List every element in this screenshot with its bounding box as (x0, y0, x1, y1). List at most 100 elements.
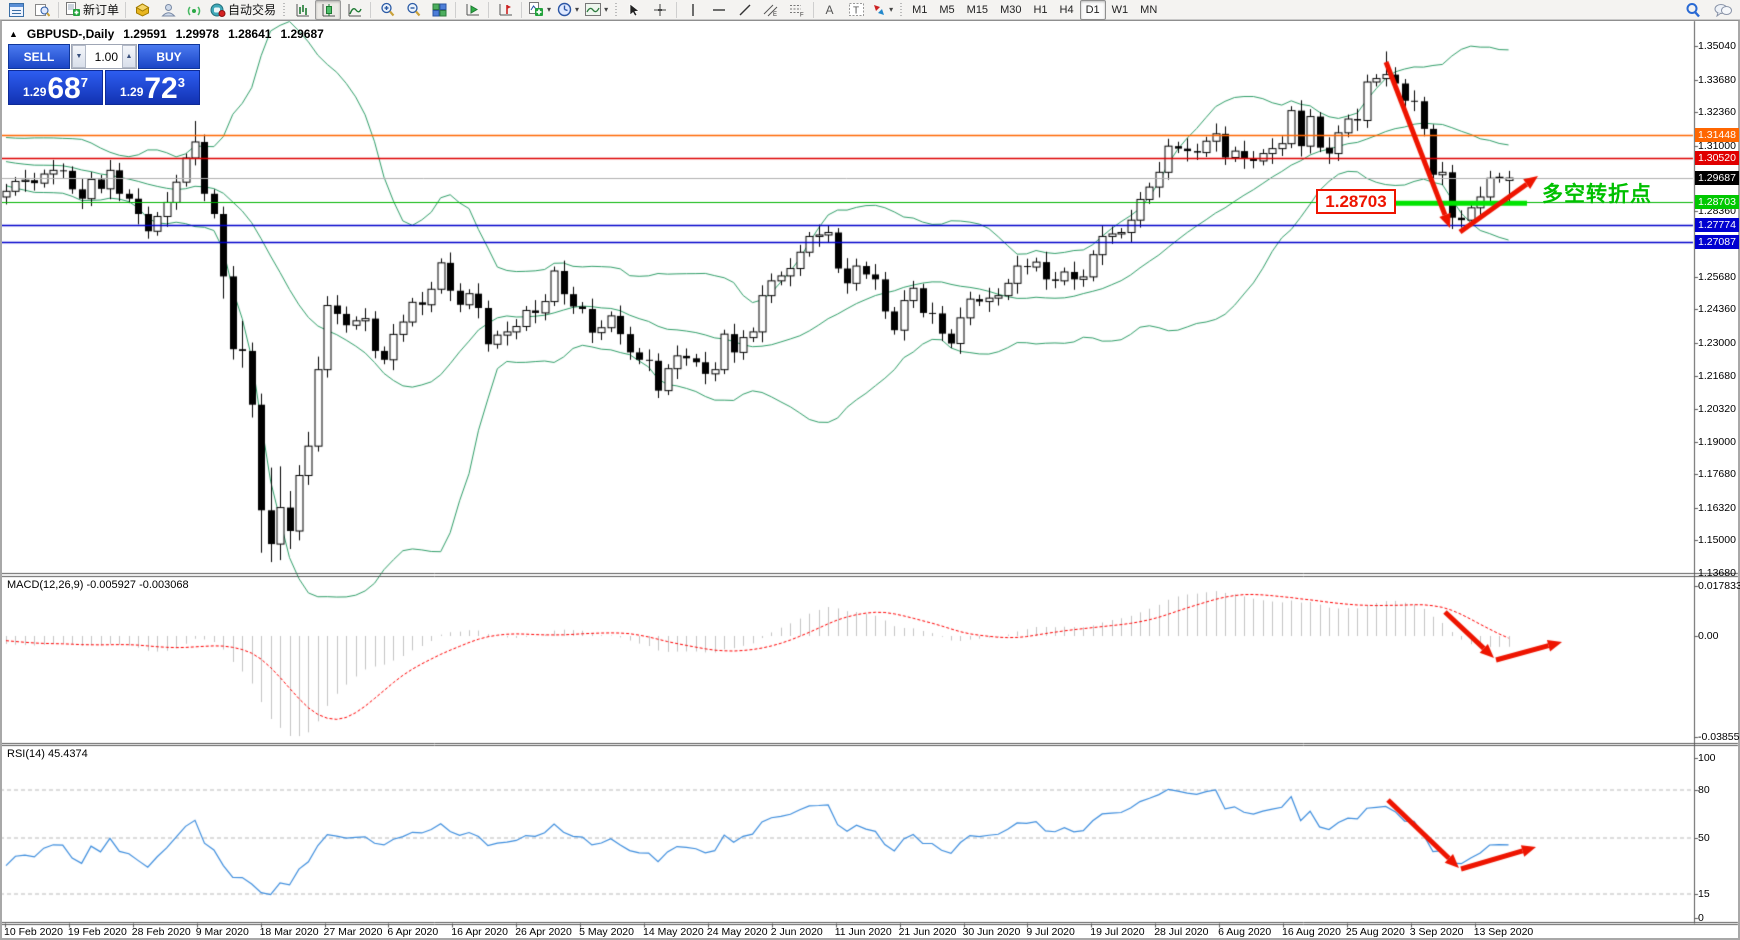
indicators-button[interactable]: ▾ (525, 0, 554, 20)
history-center-button[interactable] (129, 0, 155, 20)
new-order-button[interactable]: 新订单 (62, 0, 122, 20)
sell-button[interactable]: SELL (8, 44, 70, 69)
chart-header: ▲ GBPUSD-,Daily 1.29591 1.29978 1.28641 … (9, 27, 324, 41)
horizontal-line-button[interactable] (706, 0, 732, 20)
bar-chart-button[interactable] (289, 0, 315, 20)
periods-icon (557, 2, 572, 17)
timeframe-h4-button[interactable]: H4 (1054, 0, 1080, 20)
timeframe-mn-button[interactable]: MN (1134, 0, 1163, 20)
date-axis-label: 6 Apr 2020 (387, 926, 438, 938)
volume-decrease-button[interactable]: ▼ (72, 45, 86, 68)
vertical-line-icon (688, 3, 698, 17)
indicators-dropdown-caret-icon[interactable]: ▾ (547, 5, 551, 14)
level-price-box-annotation[interactable]: 1.28703 (1316, 189, 1396, 214)
date-axis-label: 25 Aug 2020 (1346, 926, 1405, 938)
search-button[interactable] (1680, 0, 1706, 20)
channel-button[interactable]: E (758, 0, 784, 20)
zoom-out-button[interactable] (400, 0, 426, 20)
date-axis-label: 2 Jun 2020 (771, 926, 823, 938)
sell-price-box[interactable]: 1.29 68 7 (8, 70, 103, 105)
line-chart-button[interactable] (341, 0, 367, 20)
data-window-icon (35, 3, 50, 17)
ohlc-high: 1.29978 (176, 27, 219, 41)
community-button[interactable] (155, 0, 181, 20)
macd-axis-tick: 0.00 (1698, 630, 1718, 642)
toolbar-separator (521, 2, 522, 18)
signals-button[interactable] (181, 0, 207, 20)
text-button[interactable]: A (817, 0, 843, 20)
price-axis-tick: 1.33680 (1698, 74, 1736, 86)
text-label-button[interactable]: T (843, 0, 869, 20)
date-axis-label: 30 Jun 2020 (963, 926, 1021, 938)
community-icon (161, 3, 176, 17)
templates-dropdown-caret-icon[interactable]: ▾ (604, 5, 608, 14)
toolbar-drag-handle (282, 3, 286, 17)
line-chart-icon (347, 3, 362, 17)
one-click-trading-panel: SELL ▼ 1.00 ▲ BUY 1.29 68 7 1.29 72 3 (8, 44, 200, 105)
crosshair-button[interactable] (647, 0, 673, 20)
buy-price-box[interactable]: 1.29 72 3 (105, 70, 200, 105)
candle-chart-icon (321, 3, 336, 17)
rsi-label: RSI(14) 45.4374 (7, 748, 88, 760)
arrows-tool-dropdown-caret-icon[interactable]: ▾ (889, 5, 893, 14)
vertical-line-button[interactable] (680, 0, 706, 20)
volume-increase-button[interactable]: ▲ (122, 45, 136, 68)
volume-stepper: ▼ 1.00 ▲ (71, 44, 137, 69)
bar-chart-icon (295, 3, 310, 17)
turning-point-text-annotation[interactable]: 多空转折点 (1542, 178, 1652, 208)
timeframe-h1-button[interactable]: H1 (1027, 0, 1053, 20)
autotrading-button[interactable]: 自动交易 (207, 0, 279, 20)
price-axis-tick: 1.15000 (1698, 534, 1736, 546)
zoom-in-button[interactable] (374, 0, 400, 20)
trendline-button[interactable] (732, 0, 758, 20)
toolbar-separator (813, 2, 814, 18)
market-watch-icon (9, 3, 24, 17)
search-icon (1685, 2, 1701, 18)
main-toolbar: 新订单 自动交易 ▾ ▾ ▾ EF AT ▾ M1M5M15M30H1H4D1W1MN (0, 0, 1740, 20)
zoom-in-icon (380, 2, 395, 17)
cursor-button[interactable] (621, 0, 647, 20)
date-axis-label: 18 Mar 2020 (260, 926, 319, 938)
timeframe-m1-button[interactable]: M1 (906, 0, 933, 20)
market-watch-button[interactable] (3, 0, 29, 20)
toolbar-separator (455, 2, 456, 18)
toolbar-separator (488, 2, 489, 18)
chat-icon (1714, 3, 1732, 17)
volume-input[interactable]: 1.00 (86, 45, 122, 68)
auto-scroll-button[interactable] (459, 0, 485, 20)
timeframe-m5-button[interactable]: M5 (933, 0, 960, 20)
price-axis-tick: 1.24360 (1698, 303, 1736, 315)
price-axis-tick: 1.32360 (1698, 106, 1736, 118)
tile-windows-button[interactable] (426, 0, 452, 20)
sell-price-pip: 7 (81, 75, 88, 90)
chart-shift-icon (497, 3, 513, 17)
trendline-icon (738, 3, 752, 17)
timeframe-w1-button[interactable]: W1 (1106, 0, 1135, 20)
rsi-axis-tick: 15 (1698, 888, 1710, 900)
chart-canvas[interactable] (0, 20, 1740, 940)
date-axis-label: 24 May 2020 (707, 926, 768, 938)
price-axis-tick: 1.13680 (1698, 567, 1736, 579)
collapse-icon[interactable]: ▲ (9, 29, 18, 39)
sell-price-big: 68 (47, 75, 80, 103)
date-axis-label: 3 Sep 2020 (1410, 926, 1464, 938)
price-axis-tick: 1.21680 (1698, 370, 1736, 382)
fibonacci-button[interactable]: F (784, 0, 810, 20)
rsi-axis-tick: 100 (1698, 752, 1716, 764)
auto-scroll-icon (464, 3, 480, 17)
price-axis-badge: 1.30520 (1695, 151, 1739, 165)
svg-text:A: A (826, 3, 834, 16)
timeframe-d1-button[interactable]: D1 (1080, 0, 1106, 20)
timeframe-m15-button[interactable]: M15 (961, 0, 994, 20)
candle-chart-button[interactable] (315, 0, 341, 20)
macd-axis-tick: 0.017833 (1698, 580, 1740, 592)
buy-button[interactable]: BUY (138, 44, 200, 69)
periods-dropdown-caret-icon[interactable]: ▾ (575, 5, 579, 14)
data-window-button[interactable] (29, 0, 55, 20)
templates-button[interactable]: ▾ (582, 0, 611, 20)
arrows-tool-button[interactable]: ▾ (869, 0, 896, 20)
periods-button[interactable]: ▾ (554, 0, 582, 20)
chart-shift-button[interactable] (492, 0, 518, 20)
timeframe-m30-button[interactable]: M30 (994, 0, 1027, 20)
chat-button[interactable] (1710, 0, 1736, 20)
